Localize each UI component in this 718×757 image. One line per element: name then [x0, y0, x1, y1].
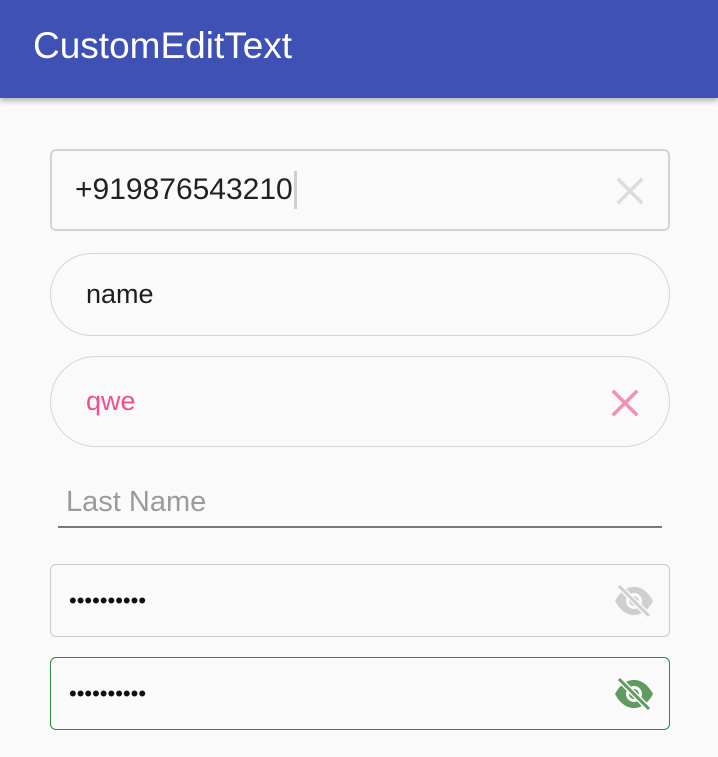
app-bar: CustomEditText [0, 0, 718, 98]
last-name-field[interactable]: Last Name [58, 478, 662, 528]
password-field-focused[interactable]: •••••••••• [50, 657, 670, 730]
qwe-field[interactable]: qwe [50, 356, 670, 447]
field-underline [58, 526, 662, 528]
eye-off-icon[interactable] [613, 583, 655, 619]
password-field[interactable]: •••••••••• [50, 564, 670, 637]
password-value: •••••••••• [69, 587, 147, 613]
close-icon[interactable] [611, 389, 639, 417]
phone-value: +919876543210 [75, 173, 293, 206]
app-title: CustomEditText [33, 25, 293, 66]
name-field[interactable]: name [50, 253, 670, 336]
qwe-value: qwe [86, 386, 136, 416]
text-cursor [293, 171, 297, 209]
password-value: •••••••••• [69, 680, 147, 706]
last-name-placeholder: Last Name [66, 486, 207, 518]
eye-off-icon[interactable] [613, 676, 655, 712]
phone-field-content[interactable]: +919876543210 [75, 151, 297, 229]
close-icon[interactable] [616, 177, 644, 205]
phone-field[interactable]: +919876543210 [50, 149, 670, 231]
name-value: name [86, 279, 154, 309]
